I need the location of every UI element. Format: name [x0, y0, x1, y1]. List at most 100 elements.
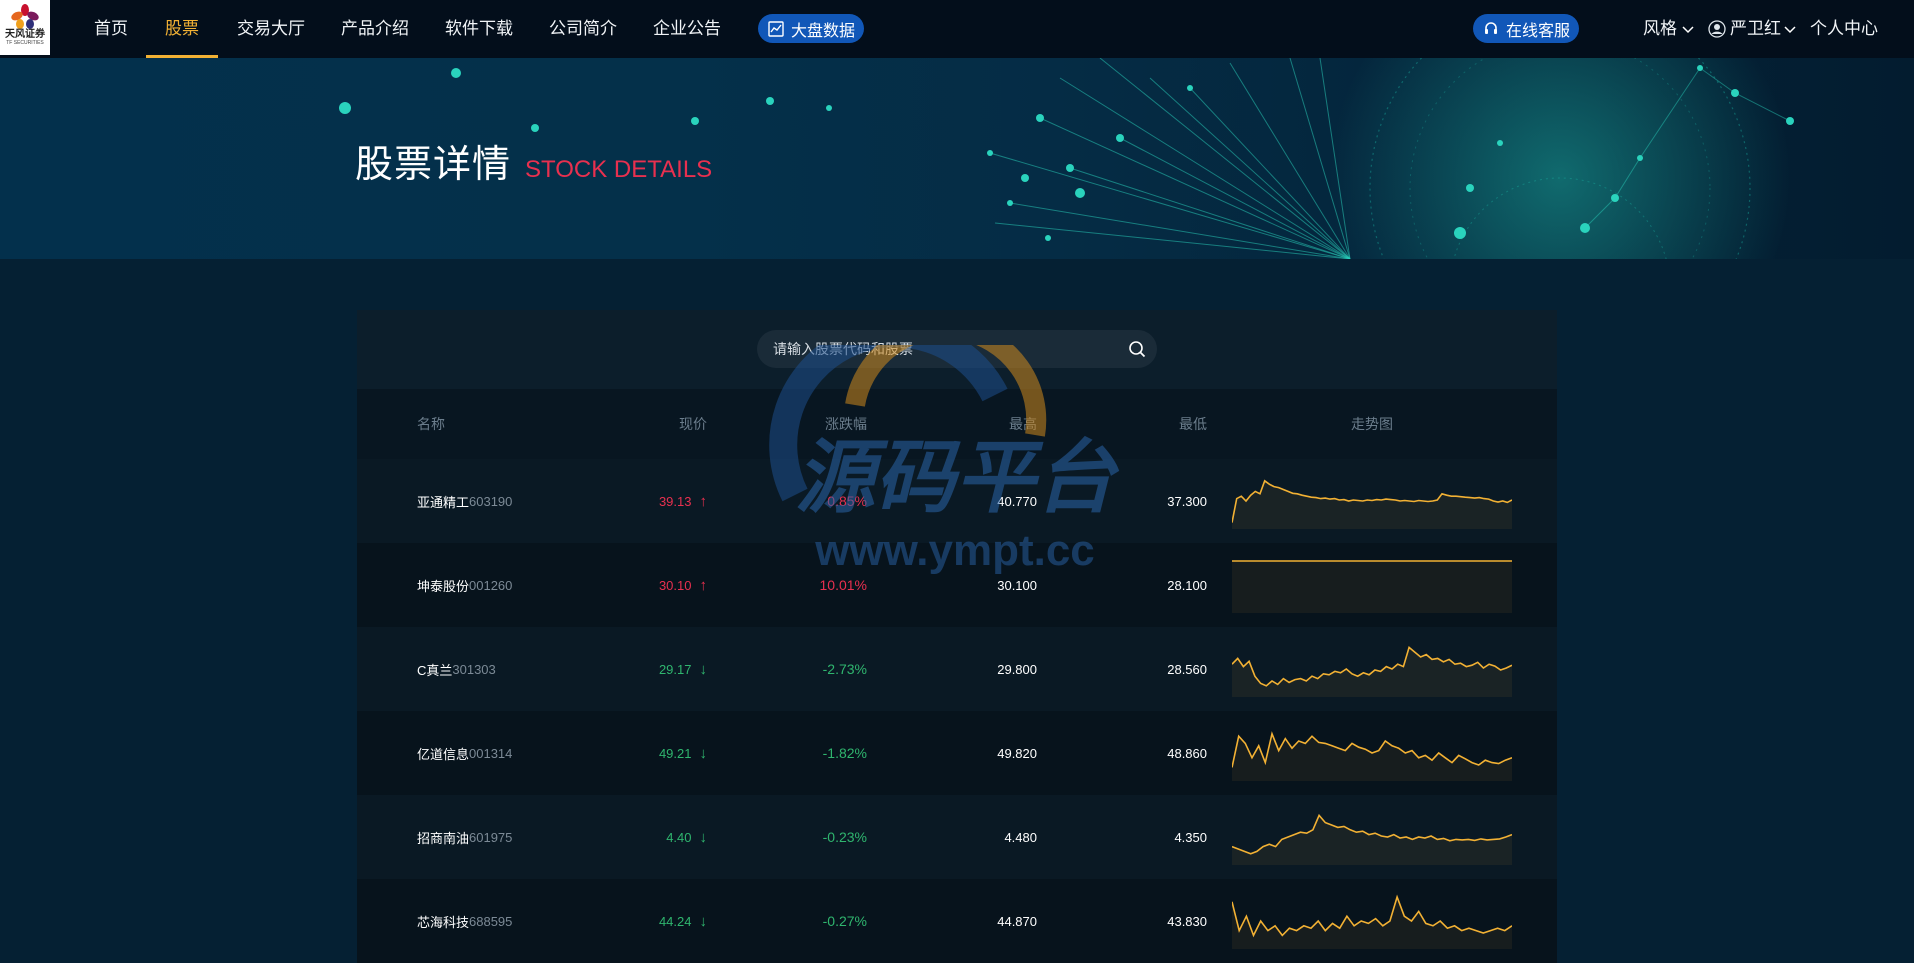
- stock-price-cell: 4.40 ↓: [507, 795, 707, 879]
- stock-name-cell[interactable]: 亚通精工 603190: [417, 459, 512, 543]
- header-name: 名称: [417, 416, 445, 432]
- stock-low: 48.860: [1167, 745, 1207, 761]
- nav-home[interactable]: 首页: [93, 0, 129, 58]
- stock-name-cell[interactable]: 亿道信息 001314: [417, 711, 512, 795]
- sparkline-area: [1232, 561, 1512, 613]
- sparkline-area: [1232, 897, 1512, 949]
- stock-code: 603190: [469, 493, 513, 509]
- stock-name: 亿道信息: [417, 746, 470, 762]
- search-bar: [757, 330, 1157, 368]
- header-price: 现价: [679, 416, 707, 432]
- nav-active-indicator: [146, 55, 218, 58]
- stock-code: 301303: [452, 661, 496, 677]
- sparkline-area: [1232, 480, 1512, 529]
- stock-high: 30.100: [997, 577, 1037, 593]
- trend-chart-cell[interactable]: [1232, 879, 1512, 963]
- table-row[interactable]: 亿道信息 001314 49.21 ↓ -1.82% 49.820 48.860: [357, 711, 1557, 795]
- trend-chart-cell[interactable]: [1232, 627, 1512, 711]
- table-row[interactable]: C真兰 301303 29.17 ↓ -2.73% 29.800 28.560: [357, 627, 1557, 711]
- header-low: 最低: [1179, 416, 1207, 432]
- logo-flower-icon: [11, 4, 39, 29]
- stock-name: 坤泰股份: [417, 578, 470, 594]
- stock-high: 40.770: [997, 493, 1037, 509]
- stock-name-cell[interactable]: 芯海科技 688595: [417, 879, 512, 963]
- logo-name: 天风证券: [5, 29, 45, 40]
- nav-company-intro[interactable]: 公司简介: [549, 0, 617, 58]
- trend-chart-cell[interactable]: [1232, 711, 1512, 795]
- stock-code: 001260: [469, 577, 513, 593]
- banner-title-cn: 股票详情: [355, 144, 512, 186]
- stock-table: 名称 现价 涨跌幅 最高 最低 走势图 亚通精工 603190 39.13 ↑ 0.85…: [357, 389, 1557, 963]
- chart-line-icon: [768, 20, 784, 37]
- nav-trading-hall[interactable]: 交易大厅: [237, 0, 305, 58]
- table-header: 名称 现价 涨跌幅 最高 最低 走势图: [357, 389, 1557, 459]
- stock-low: 37.300: [1167, 493, 1207, 509]
- stock-price-cell: 39.13 ↑: [507, 459, 707, 543]
- logo-subtitle: TF SECURITIES: [6, 40, 44, 46]
- stock-name: 芯海科技: [417, 914, 470, 930]
- nav-software-download[interactable]: 软件下载: [445, 0, 513, 58]
- headset-icon: [1485, 21, 1497, 34]
- table-row[interactable]: 坤泰股份 001260 30.10 ↑ 10.01% 30.100 28.100: [357, 543, 1557, 627]
- stock-name-cell[interactable]: 坤泰股份 001260: [417, 543, 512, 627]
- stock-high: 49.820: [997, 745, 1037, 761]
- profile-link[interactable]: 个人中心: [1810, 0, 1878, 58]
- stock-low: 28.560: [1167, 661, 1207, 677]
- search-button[interactable]: [1117, 330, 1157, 368]
- page-banner: 股票详情 STOCK DETAILS: [0, 58, 1914, 259]
- stock-name: C真兰: [417, 662, 453, 678]
- table-body: 亚通精工 603190 39.13 ↑ 0.85% 40.770 37.300 坤泰股份 001…: [357, 459, 1557, 963]
- stock-high: 4.480: [1004, 829, 1037, 845]
- stock-high: 44.870: [997, 913, 1037, 929]
- trend-sparkline: [1232, 731, 1512, 781]
- header-trend: 走势图: [1351, 416, 1393, 432]
- trend-sparkline: [1232, 813, 1512, 865]
- style-menu[interactable]: 风格: [1643, 0, 1695, 58]
- search-input[interactable]: [757, 340, 1117, 358]
- banner-title-en: STOCK DETAILS: [525, 156, 713, 183]
- stock-code: 688595: [469, 913, 513, 929]
- online-service-button[interactable]: 在线客服: [1473, 14, 1579, 43]
- style-menu-label: 风格: [1643, 19, 1677, 38]
- header-high: 最高: [1009, 416, 1037, 432]
- nav-announcements[interactable]: 企业公告: [653, 0, 721, 58]
- chevron-down-icon: [1682, 26, 1694, 34]
- stock-change: 0.85%: [827, 493, 867, 509]
- trend-chart-cell[interactable]: [1232, 459, 1512, 543]
- stock-change: -1.82%: [822, 745, 867, 761]
- market-data-button[interactable]: 大盘数据: [758, 14, 864, 43]
- user-menu[interactable]: 严卫红: [1708, 0, 1797, 58]
- trend-sparkline: [1232, 894, 1512, 949]
- table-row[interactable]: 芯海科技 688595 44.24 ↓ -0.27% 44.870 43.830: [357, 879, 1557, 963]
- stock-change: -0.27%: [822, 913, 867, 929]
- user-avatar-icon: [1708, 20, 1726, 38]
- table-row[interactable]: 招商南油 601975 4.40 ↓ -0.23% 4.480 4.350: [357, 795, 1557, 879]
- stock-price-cell: 44.24 ↓: [507, 879, 707, 963]
- brand-logo[interactable]: 天风证券 TF SECURITIES: [0, 0, 50, 55]
- stock-change: 10.01%: [819, 577, 867, 593]
- nav-stock[interactable]: 股票: [146, 0, 218, 58]
- search-icon: [1129, 341, 1146, 358]
- trend-chart-cell[interactable]: [1232, 543, 1512, 627]
- stock-code: 601975: [469, 829, 513, 845]
- stock-high: 29.800: [997, 661, 1037, 677]
- stock-low: 4.350: [1174, 829, 1207, 845]
- nav-products[interactable]: 产品介绍: [341, 0, 409, 58]
- stock-price-cell: 49.21 ↓: [507, 711, 707, 795]
- stock-name-cell[interactable]: C真兰 301303: [417, 627, 496, 711]
- online-service-label: 在线客服: [1506, 22, 1571, 40]
- chevron-down-icon: [1784, 26, 1796, 34]
- stock-name-cell[interactable]: 招商南油 601975: [417, 795, 512, 879]
- stock-low: 28.100: [1167, 577, 1207, 593]
- stock-change: -2.73%: [822, 661, 867, 677]
- stock-price-cell: 29.17 ↓: [507, 627, 707, 711]
- stock-low: 43.830: [1167, 913, 1207, 929]
- banner-network-graphic: [339, 58, 1794, 259]
- trend-chart-cell[interactable]: [1232, 795, 1512, 879]
- trend-sparkline: [1232, 479, 1512, 529]
- table-row[interactable]: 亚通精工 603190 39.13 ↑ 0.85% 40.770 37.300: [357, 459, 1557, 543]
- stock-panel: 名称 现价 涨跌幅 最高 最低 走势图 亚通精工60319039.13↑ 0.85…: [357, 310, 1557, 963]
- stock-price-cell: 30.10 ↑: [507, 543, 707, 627]
- trend-sparkline: [1232, 560, 1512, 613]
- stock-code: 001314: [469, 745, 513, 761]
